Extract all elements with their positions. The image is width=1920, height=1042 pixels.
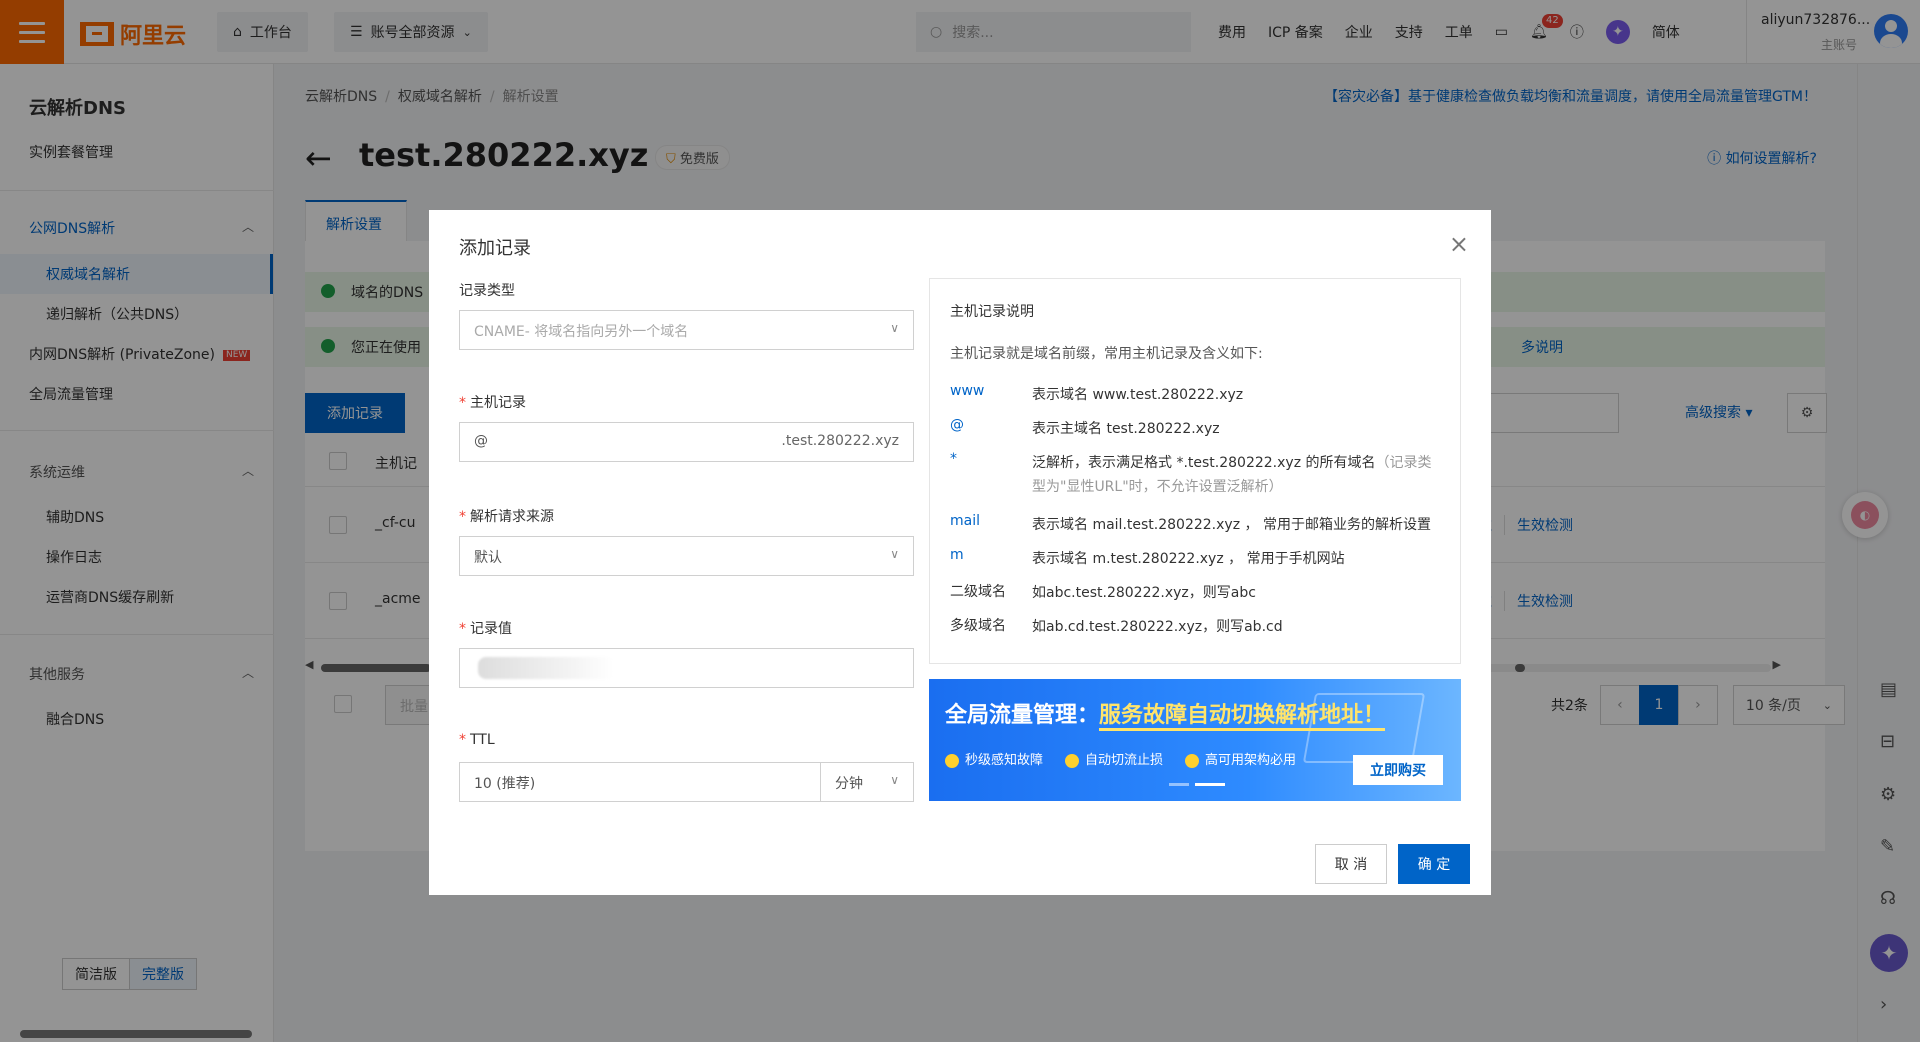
- help-key: @: [950, 417, 964, 433]
- help-intro: 主机记录就是域名前缀，常用主机记录及含义如下:: [950, 346, 1263, 362]
- banner-title: 全局流量管理：服务故障自动切换解析地址！: [945, 697, 1386, 731]
- host-record-help-panel: 主机记录说明 主机记录就是域名前缀，常用主机记录及含义如下: www 表示域名 w…: [929, 278, 1461, 664]
- add-record-dialog: 添加记录 × 记录类型 CNAME- 将域名指向另外一个域名 ∨ * 主机记录 @…: [429, 210, 1491, 895]
- banner-title-a: 全局流量管理：: [945, 703, 1100, 728]
- help-key: 多级域名: [950, 618, 1006, 634]
- check-icon: [945, 753, 959, 768]
- dialog-title: 添加记录: [459, 238, 531, 259]
- help-key: 二级域名: [950, 584, 1006, 600]
- check-icon: [1185, 753, 1200, 768]
- help-value: 泛解析，表示满足格式 *.test.280222.xyz 的所有域名（记录类型为…: [1032, 451, 1442, 499]
- ttl-value: 10 (推荐): [474, 776, 536, 792]
- ttl-unit-select[interactable]: 分钟 ∨: [820, 762, 914, 802]
- carousel-dot[interactable]: [1169, 783, 1189, 786]
- chevron-down-icon: ∨: [890, 547, 899, 561]
- record-type-value: CNAME- 将域名指向另外一个域名: [474, 324, 689, 340]
- banner-feature: 自动切流止损: [1065, 749, 1163, 768]
- feature-text: 自动切流止损: [1085, 753, 1164, 768]
- ttl-label-text: TTL: [470, 732, 495, 748]
- host-value: @: [474, 433, 488, 449]
- request-source-label: * 解析请求来源: [459, 509, 554, 525]
- record-type-label: 记录类型: [459, 283, 515, 299]
- help-key: *: [950, 451, 957, 467]
- close-icon[interactable]: ×: [1449, 230, 1469, 258]
- banner-feature: 高可用架构必用: [1185, 749, 1296, 768]
- feature-text: 秒级感知故障: [965, 753, 1044, 768]
- confirm-button[interactable]: 确 定: [1398, 844, 1470, 884]
- help-value-text: 泛解析，表示满足格式 *.test.280222.xyz 的所有域名: [1032, 455, 1376, 471]
- host-label-text: 主机记录: [470, 395, 526, 411]
- buy-now-button[interactable]: 立即购买: [1353, 755, 1443, 785]
- source-value: 默认: [474, 550, 502, 566]
- help-value: 表示域名 mail.test.280222.xyz ， 常用于邮箱业务的解析设置: [1032, 517, 1431, 533]
- banner-features: 秒级感知故障 自动切流止损 高可用架构必用: [945, 749, 1296, 768]
- record-value-input[interactable]: [459, 648, 914, 688]
- record-value-label: * 记录值: [459, 621, 512, 637]
- help-value: 表示域名 m.test.280222.xyz ， 常用于手机网站: [1032, 551, 1345, 567]
- gtm-promo-banner[interactable]: 全局流量管理：服务故障自动切换解析地址！ 秒级感知故障 自动切流止损 高可用架构…: [929, 679, 1461, 801]
- host-record-input[interactable]: @ .test.280222.xyz: [459, 422, 914, 462]
- domain-suffix: .test.280222.xyz: [781, 433, 899, 449]
- help-value: 如abc.test.280222.xyz，则写abc: [1032, 585, 1256, 601]
- source-label-text: 解析请求来源: [470, 509, 554, 525]
- help-value: 如ab.cd.test.280222.xyz，则写ab.cd: [1032, 619, 1283, 635]
- carousel-dots: [1169, 783, 1225, 786]
- host-record-label: * 主机记录: [459, 395, 526, 411]
- cancel-button[interactable]: 取 消: [1315, 844, 1387, 884]
- chevron-down-icon: ∨: [890, 321, 899, 335]
- check-icon: [1065, 753, 1080, 768]
- ttl-unit-value: 分钟: [835, 776, 863, 792]
- carousel-dot-active[interactable]: [1195, 783, 1225, 786]
- value-label-text: 记录值: [470, 621, 512, 637]
- help-key: www: [950, 383, 985, 399]
- help-key: m: [950, 547, 964, 563]
- banner-feature: 秒级感知故障: [945, 749, 1043, 768]
- chevron-down-icon: ∨: [890, 773, 899, 787]
- request-source-select[interactable]: 默认 ∨: [459, 536, 914, 576]
- redacted-value: [478, 657, 614, 679]
- help-value: 表示域名 www.test.280222.xyz: [1032, 387, 1244, 403]
- feature-text: 高可用架构必用: [1205, 753, 1297, 768]
- help-title: 主机记录说明: [950, 304, 1034, 320]
- help-key: mail: [950, 513, 980, 529]
- ttl-select[interactable]: 10 (推荐): [459, 762, 821, 802]
- banner-title-b: 服务故障自动切换解析地址！: [1099, 703, 1386, 731]
- ttl-label: * TTL: [459, 732, 495, 748]
- help-value: 表示主域名 test.280222.xyz: [1032, 421, 1220, 437]
- record-type-select[interactable]: CNAME- 将域名指向另外一个域名 ∨: [459, 310, 914, 350]
